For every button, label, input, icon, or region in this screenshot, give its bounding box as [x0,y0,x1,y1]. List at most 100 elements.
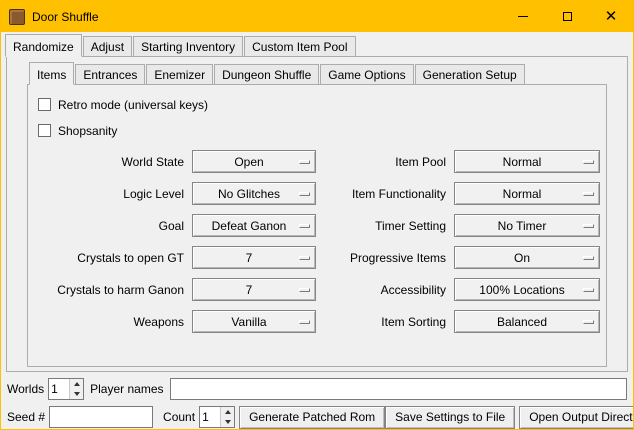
titlebar[interactable]: Door Shuffle ✕ [1,1,633,32]
crystals-open-gt-dropdown[interactable]: 7 [192,246,316,269]
close-icon: ✕ [605,9,618,24]
dropdown-indicator-icon [583,160,594,164]
dropdown-indicator-icon [299,224,310,228]
field-label: Item Pool [324,155,446,169]
dropdown-indicator-icon [583,192,594,196]
dropdown-indicator-icon [583,256,594,260]
field-label: Item Sorting [324,315,446,329]
field-label: Goal [30,219,184,233]
tab-randomize[interactable]: Randomize [5,34,82,57]
count-input[interactable] [200,407,220,427]
world-state-dropdown[interactable]: Open [192,150,316,173]
seed-row: Seed # Count Generate Patched Rom Save S… [7,405,627,429]
tab-starting-inventory[interactable]: Starting Inventory [133,36,243,56]
window-title: Door Shuffle [32,10,99,24]
field-label: World State [30,155,184,169]
options-grid: World State Open Item Pool Normal Logic … [30,150,604,333]
item-sorting-dropdown[interactable]: Balanced [454,310,600,333]
tab-entrances[interactable]: Entrances [75,64,145,84]
close-button[interactable]: ✕ [589,1,633,32]
count-label: Count [163,410,195,424]
down-arrow-icon [74,392,80,396]
dropdown-value: Normal [503,155,552,169]
dropdown-indicator-icon [299,160,310,164]
logic-level-dropdown[interactable]: No Glitches [192,182,316,205]
field-label: Logic Level [30,187,184,201]
tab-custom-item-pool[interactable]: Custom Item Pool [244,36,355,56]
dropdown-value: Normal [503,187,552,201]
dropdown-indicator-icon [299,320,310,324]
randomize-pane: Items Entrances Enemizer Dungeon Shuffle… [6,56,628,372]
player-names-label: Player names [90,382,163,396]
down-arrow-icon [225,420,231,424]
field-label: Crystals to open GT [30,251,184,265]
up-arrow-icon [74,382,80,386]
checkbox-label: Retro mode (universal keys) [58,98,208,112]
dropdown-value: Open [234,155,273,169]
crystals-harm-ganon-dropdown[interactable]: 7 [192,278,316,301]
seed-label: Seed # [7,410,45,424]
field-label: Weapons [30,315,184,329]
maximize-button[interactable] [545,1,589,32]
dropdown-value: No Timer [498,219,557,233]
seed-input[interactable] [49,406,153,428]
save-settings-button[interactable]: Save Settings to File [385,406,515,429]
dropdown-indicator-icon [299,192,310,196]
field-label: Item Functionality [324,187,446,201]
weapons-dropdown[interactable]: Vanilla [192,310,316,333]
goal-dropdown[interactable]: Defeat Ganon [192,214,316,237]
worlds-input[interactable] [49,379,69,399]
tab-game-options[interactable]: Game Options [320,64,413,84]
items-pane: Retro mode (universal keys) Shopsanity W… [27,84,607,367]
tab-generation-setup[interactable]: Generation Setup [415,64,525,84]
dropdown-value: No Glitches [218,187,290,201]
item-pool-dropdown[interactable]: Normal [454,150,600,173]
dropdown-indicator-icon [299,256,310,260]
sub-tab-bar: Items Entrances Enemizer Dungeon Shuffle… [27,60,607,84]
maximize-icon [563,12,572,21]
spinner-buttons [69,379,83,399]
dropdown-value: Vanilla [231,315,276,329]
count-spinner [199,406,235,428]
timer-setting-dropdown[interactable]: No Timer [454,214,600,237]
field-label: Crystals to harm Ganon [30,283,184,297]
generate-patched-rom-button[interactable]: Generate Patched Rom [239,406,385,429]
app-window: Door Shuffle ✕ Randomize Adjust Starting… [0,0,634,430]
accessibility-dropdown[interactable]: 100% Locations [454,278,600,301]
dropdown-value: Balanced [497,315,557,329]
minimize-button[interactable] [501,1,545,32]
player-names-input[interactable] [170,378,628,400]
dropdown-value: On [514,251,540,265]
tab-items[interactable]: Items [29,62,74,85]
checkbox-label: Shopsanity [58,124,117,138]
item-functionality-dropdown[interactable]: Normal [454,182,600,205]
app-icon [9,9,25,25]
minimize-icon [518,16,528,17]
worlds-spin-down-button[interactable] [70,389,83,399]
worlds-label: Worlds [7,382,44,396]
worlds-row: Worlds Player names [7,377,627,401]
field-label: Accessibility [324,283,446,297]
dropdown-value: 7 [246,251,263,265]
count-spin-down-button[interactable] [221,417,234,427]
dropdown-indicator-icon [583,320,594,324]
field-label: Progressive Items [324,251,446,265]
retro-mode-checkbox[interactable]: Retro mode (universal keys) [38,94,604,115]
open-output-directory-button[interactable]: Open Output Directory [519,406,634,429]
dropdown-indicator-icon [583,288,594,292]
up-arrow-icon [225,410,231,414]
count-spin-up-button[interactable] [221,407,234,417]
checkbox-box-icon [38,98,51,111]
tab-enemizer[interactable]: Enemizer [146,64,213,84]
dropdown-indicator-icon [583,224,594,228]
tab-adjust[interactable]: Adjust [83,36,132,56]
worlds-spinner [48,378,84,400]
tab-dungeon-shuffle[interactable]: Dungeon Shuffle [214,64,319,84]
dropdown-indicator-icon [299,288,310,292]
field-label: Timer Setting [324,219,446,233]
progressive-items-dropdown[interactable]: On [454,246,600,269]
checkbox-box-icon [38,124,51,137]
worlds-spin-up-button[interactable] [70,379,83,389]
shopsanity-checkbox[interactable]: Shopsanity [38,120,604,141]
spinner-buttons [220,407,234,427]
